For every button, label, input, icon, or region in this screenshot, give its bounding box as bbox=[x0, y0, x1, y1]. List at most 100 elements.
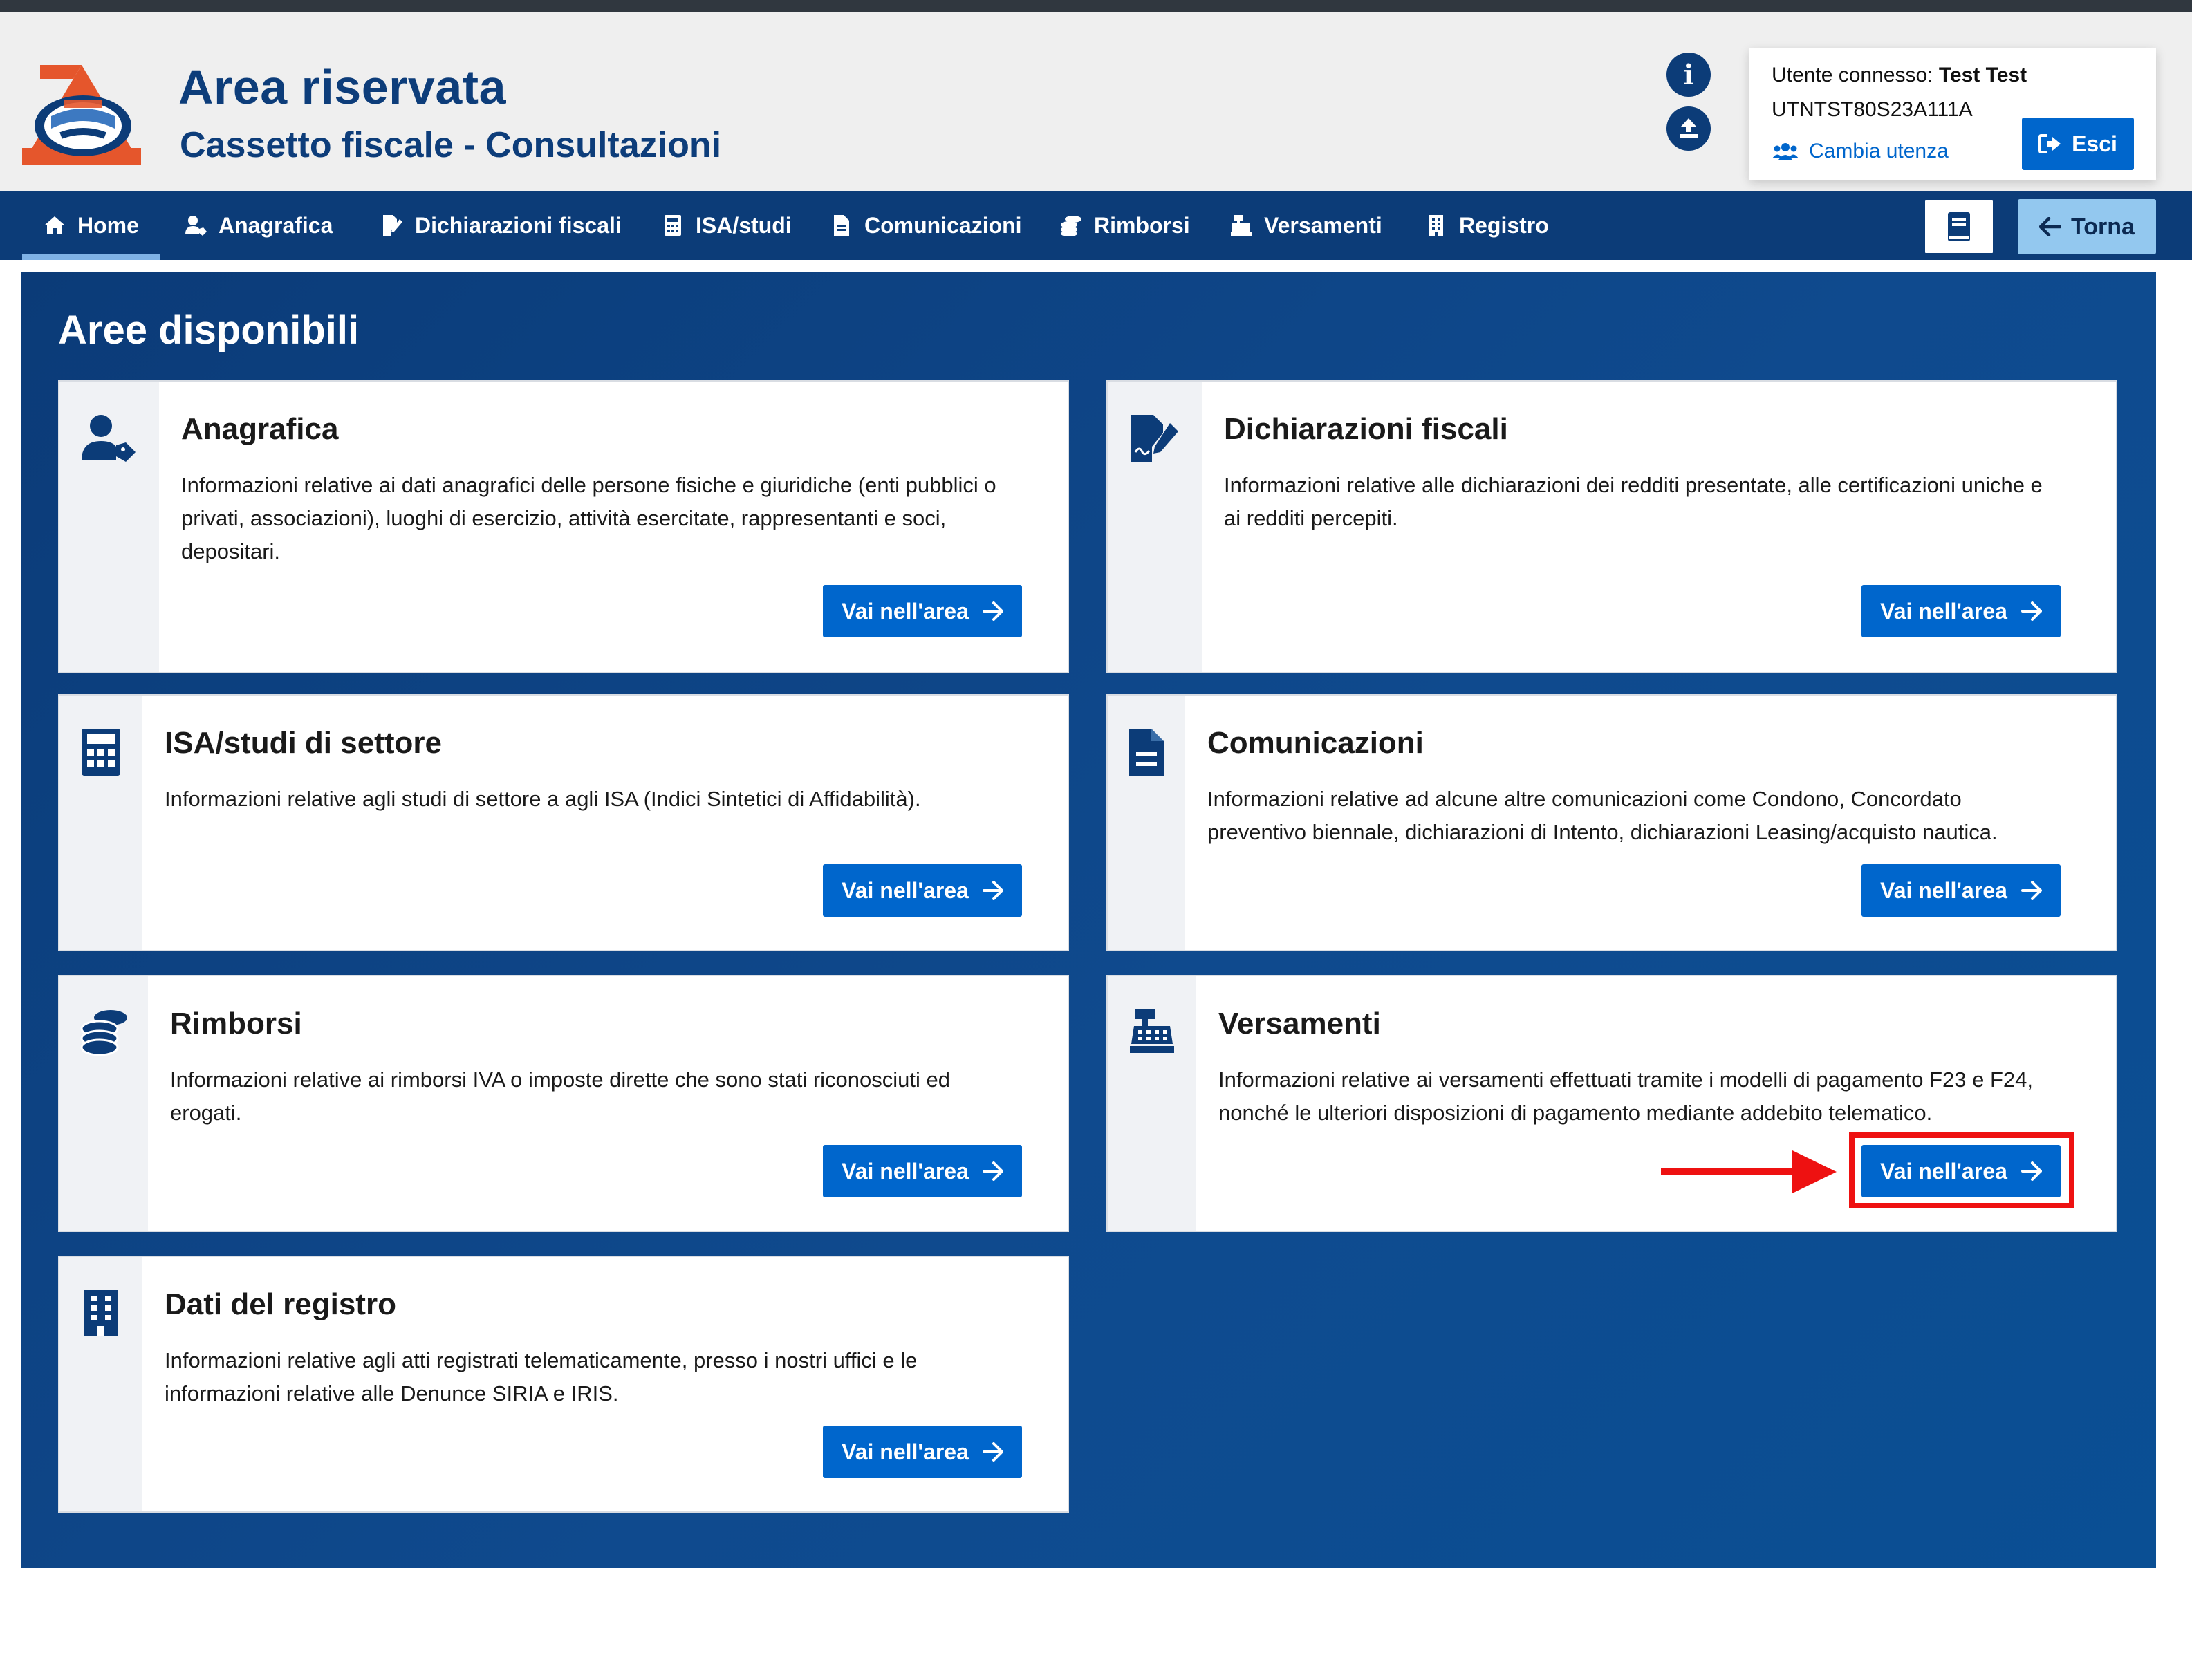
nav-label-isa: ISA/studi bbox=[696, 212, 792, 238]
card-desc-line: Informazioni relative ai versamenti effe… bbox=[1218, 1067, 2033, 1092]
card-title: Comunicazioni bbox=[1207, 726, 1424, 760]
arrow-right-icon bbox=[982, 1161, 1003, 1181]
sign-out-icon bbox=[2038, 134, 2061, 153]
card-title: Dati del registro bbox=[165, 1287, 396, 1321]
card-title: ISA/studi di settore bbox=[165, 726, 442, 760]
vai-nell-area-button-dichiarazioni[interactable]: Vai nell'area bbox=[1861, 585, 2061, 637]
cash-register-icon bbox=[1130, 1009, 1174, 1053]
vai-label: Vai nell'area bbox=[842, 598, 969, 624]
user-name: Test Test bbox=[1938, 64, 2027, 86]
vai-nell-area-button-rimborsi[interactable]: Vai nell'area bbox=[823, 1145, 1022, 1197]
file-alt-icon bbox=[834, 215, 849, 236]
card-description: Informazioni relative ad alcune altre co… bbox=[1207, 783, 2106, 849]
user-panel: Utente connesso: Test Test UTNTST80S23A1… bbox=[1749, 48, 2156, 180]
guide-button[interactable] bbox=[1924, 199, 1994, 254]
nav-label-dichiarazioni: Dichiarazioni fiscali bbox=[415, 212, 622, 238]
home-icon bbox=[44, 216, 65, 234]
logout-button[interactable]: Esci bbox=[2022, 118, 2134, 170]
building-icon bbox=[84, 1290, 118, 1336]
change-user-link[interactable]: Cambia utenza bbox=[1772, 140, 1949, 163]
areas-panel: Aree disponibili Anagrafica Informazioni… bbox=[21, 272, 2156, 1568]
card-isa: ISA/studi di settore Informazioni relati… bbox=[58, 694, 1069, 951]
arrow-right-icon bbox=[2021, 881, 2042, 900]
nav-label-comunicazioni: Comunicazioni bbox=[864, 212, 1022, 238]
card-title: Anagrafica bbox=[181, 412, 339, 446]
logout-label: Esci bbox=[2072, 131, 2117, 156]
nav-item-rimborsi[interactable]: Rimborsi bbox=[1059, 191, 1190, 260]
vai-label: Vai nell'area bbox=[1880, 598, 2007, 624]
back-label: Torna bbox=[2071, 213, 2135, 240]
user-tag-icon bbox=[82, 415, 136, 462]
vai-label: Vai nell'area bbox=[842, 1158, 969, 1184]
info-icon[interactable]: i bbox=[1666, 53, 1711, 97]
card-desc-line: Informazioni relative agli studi di sett… bbox=[165, 787, 921, 811]
user-tag-icon bbox=[185, 216, 207, 236]
file-signature-icon bbox=[1131, 415, 1178, 462]
arrow-right-icon bbox=[982, 601, 1003, 621]
arrow-right-icon bbox=[2021, 601, 2042, 621]
card-icon-area bbox=[1108, 696, 1185, 950]
nav-item-anagrafica[interactable]: Anagrafica bbox=[184, 191, 333, 260]
vai-nell-area-button-isa[interactable]: Vai nell'area bbox=[823, 864, 1022, 917]
arrow-left-icon bbox=[2039, 217, 2062, 236]
card-icon-area bbox=[1108, 382, 1202, 672]
vai-label: Vai nell'area bbox=[842, 877, 969, 903]
calculator-icon bbox=[665, 215, 681, 236]
page-header: Area riservata Cassetto fiscale - Consul… bbox=[0, 12, 2192, 191]
card-desc-line: privati, associazioni), luoghi di eserci… bbox=[181, 506, 947, 530]
card-title: Versamenti bbox=[1218, 1007, 1381, 1040]
cash-register-icon bbox=[1231, 215, 1252, 236]
nav-item-isa[interactable]: ISA/studi bbox=[661, 191, 792, 260]
card-desc-line: depositari. bbox=[181, 539, 281, 563]
building-icon bbox=[1429, 215, 1443, 236]
card-description: Informazioni relative alle dichiarazioni… bbox=[1224, 469, 2102, 535]
highlight-box bbox=[1849, 1132, 2074, 1208]
card-anagrafica: Anagrafica Informazioni relative ai dati… bbox=[58, 380, 1069, 673]
nav-label-anagrafica: Anagrafica bbox=[219, 212, 333, 238]
nav-item-home[interactable]: Home bbox=[22, 191, 160, 260]
upload-arrow-icon bbox=[1680, 118, 1698, 138]
card-desc-line: informazioni relative alle Denunce SIRIA… bbox=[165, 1381, 619, 1406]
main-navbar: Home Anagrafica Dichiarazioni fiscali IS… bbox=[0, 191, 2192, 260]
nav-item-dichiarazioni[interactable]: Dichiarazioni fiscali bbox=[380, 191, 622, 260]
card-desc-line: Informazioni relative ai rimborsi IVA o … bbox=[170, 1067, 950, 1092]
back-button[interactable]: Torna bbox=[2018, 199, 2156, 254]
coins-icon bbox=[1061, 216, 1081, 236]
upload-icon[interactable] bbox=[1666, 106, 1711, 151]
nav-item-comunicazioni[interactable]: Comunicazioni bbox=[830, 191, 1022, 260]
vai-label: Vai nell'area bbox=[842, 1439, 969, 1464]
card-desc-line: Informazioni relative alle dichiarazioni… bbox=[1224, 473, 2043, 497]
vai-nell-area-button-anagrafica[interactable]: Vai nell'area bbox=[823, 585, 1022, 637]
card-icon-area bbox=[59, 382, 159, 672]
vai-nell-area-button-registro[interactable]: Vai nell'area bbox=[823, 1426, 1022, 1478]
card-versamenti: Versamenti Informazioni relative ai vers… bbox=[1106, 975, 2117, 1232]
card-comunicazioni: Comunicazioni Informazioni relative ad a… bbox=[1106, 694, 2117, 951]
card-icon-area bbox=[59, 696, 142, 950]
card-desc-line: ai redditi percepiti. bbox=[1224, 506, 1398, 530]
card-desc-line: Informazioni relative ai dati anagrafici… bbox=[181, 473, 996, 497]
agenzia-entrate-logo bbox=[22, 65, 141, 165]
nav-label-rimborsi: Rimborsi bbox=[1094, 212, 1190, 238]
nav-item-versamenti[interactable]: Versamenti bbox=[1229, 191, 1382, 260]
card-title: Dichiarazioni fiscali bbox=[1224, 412, 1508, 446]
file-alt-icon bbox=[1129, 729, 1164, 776]
card-registro: Dati del registro Informazioni relative … bbox=[58, 1256, 1069, 1513]
card-desc-line: preventivo biennale, dichiarazioni di In… bbox=[1207, 820, 1998, 844]
app-subtitle: Cassetto fiscale - Consultazioni bbox=[180, 125, 722, 165]
arrow-right-icon bbox=[982, 1442, 1003, 1462]
card-desc-line: Informazioni relative ad alcune altre co… bbox=[1207, 787, 1962, 811]
areas-title: Aree disponibili bbox=[58, 308, 360, 353]
calculator-icon bbox=[82, 729, 120, 776]
card-desc-line: Informazioni relative agli atti registra… bbox=[165, 1348, 918, 1372]
card-description: Informazioni relative ai versamenti effe… bbox=[1218, 1063, 2103, 1130]
browser-top-strip bbox=[0, 0, 2192, 12]
card-icon-area bbox=[59, 976, 148, 1231]
card-description: Informazioni relative agli studi di sett… bbox=[165, 783, 1057, 816]
card-dichiarazioni: Dichiarazioni fiscali Informazioni relat… bbox=[1106, 380, 2117, 673]
vai-nell-area-button-comunicazioni[interactable]: Vai nell'area bbox=[1861, 864, 2061, 917]
nav-item-registro[interactable]: Registro bbox=[1424, 191, 1549, 260]
card-description: Informazioni relative agli atti registra… bbox=[165, 1344, 1057, 1410]
user-connected-label: Utente connesso: bbox=[1772, 64, 1933, 86]
file-signature-icon bbox=[383, 215, 402, 236]
card-icon-area bbox=[1108, 976, 1196, 1231]
